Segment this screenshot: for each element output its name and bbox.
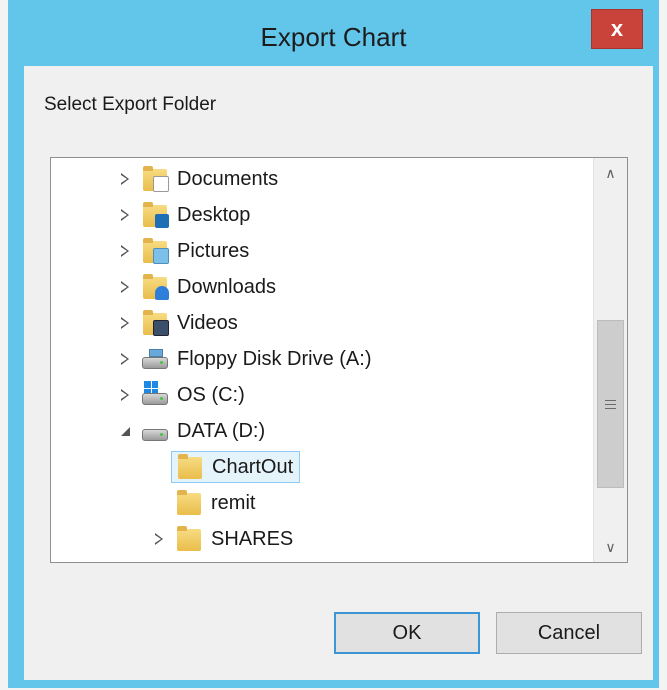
close-icon: x	[610, 16, 624, 41]
pictures-folder-icon	[141, 237, 169, 265]
desktop-folder-icon	[141, 201, 169, 229]
scroll-thumb[interactable]	[597, 320, 624, 488]
cancel-button[interactable]: Cancel	[496, 612, 642, 654]
dialog-body: Select Export Folder Documents Desktop P…	[24, 66, 653, 680]
system-drive-icon	[141, 381, 169, 409]
hard-drive-icon	[141, 417, 169, 445]
tree-item-os-drive[interactable]: OS (C:)	[115, 379, 245, 411]
tree-item-label: DATA (D:)	[177, 419, 266, 442]
tree-item-label: Pictures	[177, 239, 250, 262]
tree-item-pictures[interactable]: Pictures	[115, 235, 249, 267]
videos-folder-icon	[141, 309, 169, 337]
grip-icon	[605, 399, 616, 409]
tree-item-videos[interactable]: Videos	[115, 307, 238, 339]
tree-item-documents[interactable]: Documents	[115, 163, 278, 195]
documents-folder-icon	[141, 165, 169, 193]
expand-arrow-icon[interactable]	[115, 205, 135, 225]
title-bar[interactable]: Export Chart x	[8, 0, 659, 66]
dialog-window: Export Chart x Select Export Folder Docu…	[8, 0, 659, 688]
floppy-drive-icon	[141, 345, 169, 373]
expand-arrow-icon[interactable]	[115, 241, 135, 261]
expand-arrow-icon[interactable]	[115, 169, 135, 189]
tree-item-shares[interactable]: SHARES	[149, 523, 293, 555]
dialog-title: Export Chart	[260, 22, 407, 52]
tree-item-label: OS (C:)	[177, 383, 245, 406]
tree-item-label: Downloads	[177, 275, 276, 298]
close-button[interactable]: x	[591, 9, 643, 49]
folder-icon	[175, 525, 203, 553]
background-edge	[0, 0, 8, 690]
tree-item-data-drive[interactable]: DATA (D:)	[115, 415, 265, 447]
tree-item-chartout[interactable]: ChartOut	[171, 451, 301, 483]
folder-icon	[175, 489, 203, 517]
tree-item-label: Floppy Disk Drive (A:)	[177, 347, 372, 370]
tree-item-label: Desktop	[177, 203, 251, 226]
scroll-down-button[interactable]: ∨	[594, 532, 627, 562]
expand-arrow-icon[interactable]	[115, 313, 135, 333]
chevron-up-icon: ∧	[605, 164, 616, 181]
chevron-down-icon: ∨	[605, 538, 616, 555]
folder-icon	[176, 453, 204, 481]
tree-item-floppy-drive[interactable]: Floppy Disk Drive (A:)	[115, 343, 371, 375]
tree-scrollbar[interactable]: ∧ ∨	[593, 158, 627, 562]
folder-tree[interactable]: Documents Desktop Pictures Downloads Vid…	[50, 157, 628, 563]
tree-item-desktop[interactable]: Desktop	[115, 199, 250, 231]
ok-button[interactable]: OK	[334, 612, 480, 654]
select-folder-label: Select Export Folder	[44, 94, 217, 115]
collapse-arrow-icon[interactable]	[115, 421, 135, 441]
tree-item-label: Documents	[177, 167, 279, 190]
tree-item-remit[interactable]: remit	[175, 487, 255, 519]
tree-item-label: Videos	[177, 311, 238, 334]
expand-arrow-icon[interactable]	[115, 385, 135, 405]
tree-item-label: ChartOut	[212, 455, 294, 478]
tree-item-downloads[interactable]: Downloads	[115, 271, 276, 303]
expand-arrow-icon[interactable]	[115, 277, 135, 297]
tree-item-label: remit	[211, 491, 256, 514]
expand-arrow-icon[interactable]	[115, 349, 135, 369]
tree-item-label: SHARES	[211, 527, 294, 550]
downloads-folder-icon	[141, 273, 169, 301]
expand-arrow-icon[interactable]	[149, 529, 169, 549]
scroll-up-button[interactable]: ∧	[594, 158, 627, 188]
